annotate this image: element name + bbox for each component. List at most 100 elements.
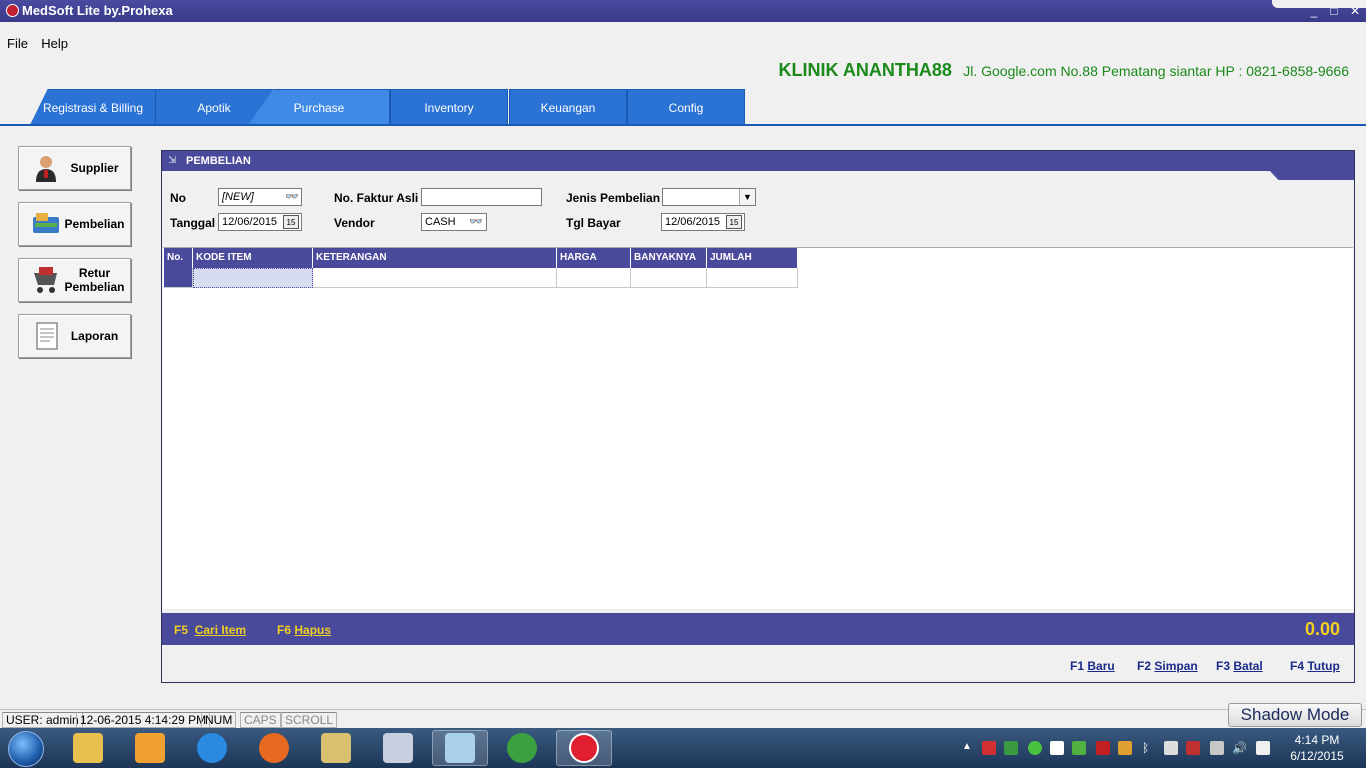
menu-help[interactable]: Help bbox=[41, 36, 68, 51]
col-harga[interactable]: HARGA bbox=[557, 248, 631, 268]
clinic-name: KLINIK ANANTHA88 bbox=[778, 60, 952, 80]
hapus-key: F6 bbox=[277, 623, 292, 637]
tab-inventory[interactable]: Inventory bbox=[390, 89, 508, 125]
laporan-button[interactable]: Laporan bbox=[18, 314, 131, 358]
tab-keuangan[interactable]: Keuangan bbox=[509, 89, 627, 125]
clinic-header: KLINIK ANANTHA88 Jl. Google.com No.88 Pe… bbox=[779, 60, 1349, 81]
jenis-pembelian-label: Jenis Pembelian bbox=[566, 191, 661, 205]
retur-pembelian-icon bbox=[34, 267, 57, 293]
status-datetime: 12-06-2015 4:14:29 PM bbox=[76, 712, 211, 728]
menu-file[interactable]: File bbox=[7, 36, 28, 51]
start-button[interactable] bbox=[4, 729, 48, 767]
network-icon[interactable] bbox=[1210, 741, 1224, 755]
batal-button[interactable]: F3 Batal bbox=[1216, 659, 1263, 673]
main-area: ⇲ PEMBELIAN No [NEW] 👓 No. Faktur Asli J… bbox=[152, 126, 1366, 708]
tray-shield-icon[interactable] bbox=[1096, 741, 1110, 755]
cell-keterangan[interactable] bbox=[313, 268, 557, 288]
status-caps: CAPS bbox=[240, 712, 281, 728]
cell-jumlah[interactable] bbox=[707, 268, 798, 288]
tab-config[interactable]: Config bbox=[627, 89, 745, 125]
laporan-label: Laporan bbox=[70, 329, 119, 343]
cell-banyaknya[interactable] bbox=[631, 268, 707, 288]
maximize-button[interactable]: □ bbox=[1326, 4, 1342, 18]
vendor-field[interactable]: CASH 👓 bbox=[421, 213, 487, 231]
bluetooth-icon[interactable]: ᛒ bbox=[1142, 741, 1156, 755]
volume-icon[interactable]: 🔊 bbox=[1232, 741, 1247, 755]
pembelian-form: ⇲ PEMBELIAN No [NEW] 👓 No. Faktur Asli J… bbox=[161, 150, 1355, 683]
faktur-field[interactable] bbox=[421, 188, 542, 206]
jenis-pembelian-select[interactable]: ▼ bbox=[662, 188, 756, 206]
notepad-icon bbox=[321, 733, 351, 763]
taskbar-file-explorer[interactable] bbox=[60, 730, 116, 766]
taskbar-media-player[interactable] bbox=[122, 730, 178, 766]
tanggal-field[interactable]: 12/06/2015 15 bbox=[218, 213, 302, 231]
cell-harga[interactable] bbox=[557, 268, 631, 288]
close-button[interactable]: ✕ bbox=[1347, 4, 1363, 18]
tanggal-label: Tanggal bbox=[170, 216, 216, 230]
baru-button[interactable]: F1 Baru bbox=[1070, 659, 1115, 673]
chevron-down-icon[interactable]: ▼ bbox=[739, 189, 755, 205]
tutup-key: F4 bbox=[1290, 659, 1305, 673]
minimize-button[interactable]: _ bbox=[1306, 4, 1322, 18]
pembelian-icon bbox=[33, 213, 59, 233]
tray-app5-icon[interactable] bbox=[1072, 741, 1086, 755]
system-tray: ▲ ᛒ 🔊 bbox=[958, 728, 1278, 768]
tray-app2-icon[interactable] bbox=[1004, 741, 1018, 755]
simpan-key: F2 bbox=[1137, 659, 1152, 673]
faktur-label: No. Faktur Asli bbox=[334, 191, 419, 205]
col-banyaknya[interactable]: BANYAKNYA bbox=[631, 248, 707, 268]
shadow-mode-button[interactable]: Shadow Mode bbox=[1228, 703, 1362, 727]
no-field[interactable]: [NEW] 👓 bbox=[218, 188, 302, 206]
title-bar: MedSoft Lite by.Prohexa _ □ ✕ bbox=[0, 0, 1366, 22]
tgl-bayar-calendar-icon[interactable]: 15 bbox=[726, 215, 742, 229]
glass-app-icon bbox=[445, 733, 475, 763]
tray-expand-icon[interactable]: ▲ bbox=[962, 741, 976, 755]
calendar-icon[interactable]: 15 bbox=[283, 215, 299, 229]
tray-app1-icon[interactable] bbox=[982, 741, 996, 755]
retur-pembelian-button[interactable]: Retur Pembelian bbox=[18, 258, 131, 302]
cari-item-key: F5 bbox=[174, 623, 189, 637]
tray-app4-icon[interactable] bbox=[1050, 741, 1064, 755]
items-grid[interactable]: No. KODE ITEM KETERANGAN HARGA BANYAKNYA… bbox=[163, 247, 1353, 609]
tray-app6-icon[interactable] bbox=[1118, 741, 1132, 755]
taskbar-glass-app[interactable] bbox=[432, 730, 488, 766]
binoculars-icon[interactable]: 👓 bbox=[283, 190, 299, 204]
taskbar-firefox[interactable] bbox=[246, 730, 302, 766]
vendor-value: CASH bbox=[425, 216, 456, 228]
tray-app9-icon[interactable] bbox=[1256, 741, 1270, 755]
col-jumlah[interactable]: JUMLAH bbox=[707, 248, 798, 268]
batal-label: Batal bbox=[1233, 659, 1263, 673]
internet-explorer-icon bbox=[197, 733, 227, 763]
tray-app3-icon[interactable] bbox=[1028, 741, 1042, 755]
app-icon bbox=[6, 4, 19, 17]
col-keterangan[interactable]: KETERANGAN bbox=[313, 248, 557, 268]
taskbar-globe[interactable] bbox=[494, 730, 550, 766]
hapus-button[interactable]: F6 Hapus bbox=[277, 623, 331, 637]
vendor-search-icon[interactable]: 👓 bbox=[468, 215, 484, 229]
supplier-button[interactable]: Supplier bbox=[18, 146, 131, 190]
taskbar-internet-explorer[interactable] bbox=[184, 730, 240, 766]
supplier-label: Supplier bbox=[70, 161, 119, 175]
pembelian-button[interactable]: Pembelian bbox=[18, 202, 131, 246]
taskbar-notepad[interactable] bbox=[308, 730, 364, 766]
tgl-bayar-field[interactable]: 12/06/2015 15 bbox=[661, 213, 745, 231]
taskbar-medsoft[interactable] bbox=[556, 730, 612, 766]
fkey-bar: F5 Cari Item F6 Hapus 0.00 bbox=[162, 613, 1354, 645]
col-kode-item[interactable]: KODE ITEM bbox=[193, 248, 313, 268]
cari-item-button[interactable]: F5 Cari Item bbox=[174, 623, 246, 637]
status-scroll: SCROLL bbox=[281, 712, 338, 728]
tutup-button[interactable]: F4 Tutup bbox=[1290, 659, 1340, 673]
col-no[interactable]: No. bbox=[164, 248, 193, 268]
window-manager-icon bbox=[383, 733, 413, 763]
clock[interactable]: 4:14 PM 6/12/2015 bbox=[1282, 732, 1352, 764]
row-header[interactable] bbox=[164, 268, 193, 288]
tray-app8-icon[interactable] bbox=[1186, 741, 1200, 755]
clock-date: 6/12/2015 bbox=[1290, 749, 1344, 763]
taskbar-window-manager[interactable] bbox=[370, 730, 426, 766]
simpan-label: Simpan bbox=[1154, 659, 1198, 673]
simpan-button[interactable]: F2 Simpan bbox=[1137, 659, 1198, 673]
collapse-icon[interactable]: ⇲ bbox=[168, 155, 176, 166]
tray-app7-icon[interactable] bbox=[1164, 741, 1178, 755]
tab-registrasi-billing[interactable]: Registrasi & Billing bbox=[30, 89, 156, 125]
cell-kode-item[interactable] bbox=[193, 268, 313, 288]
